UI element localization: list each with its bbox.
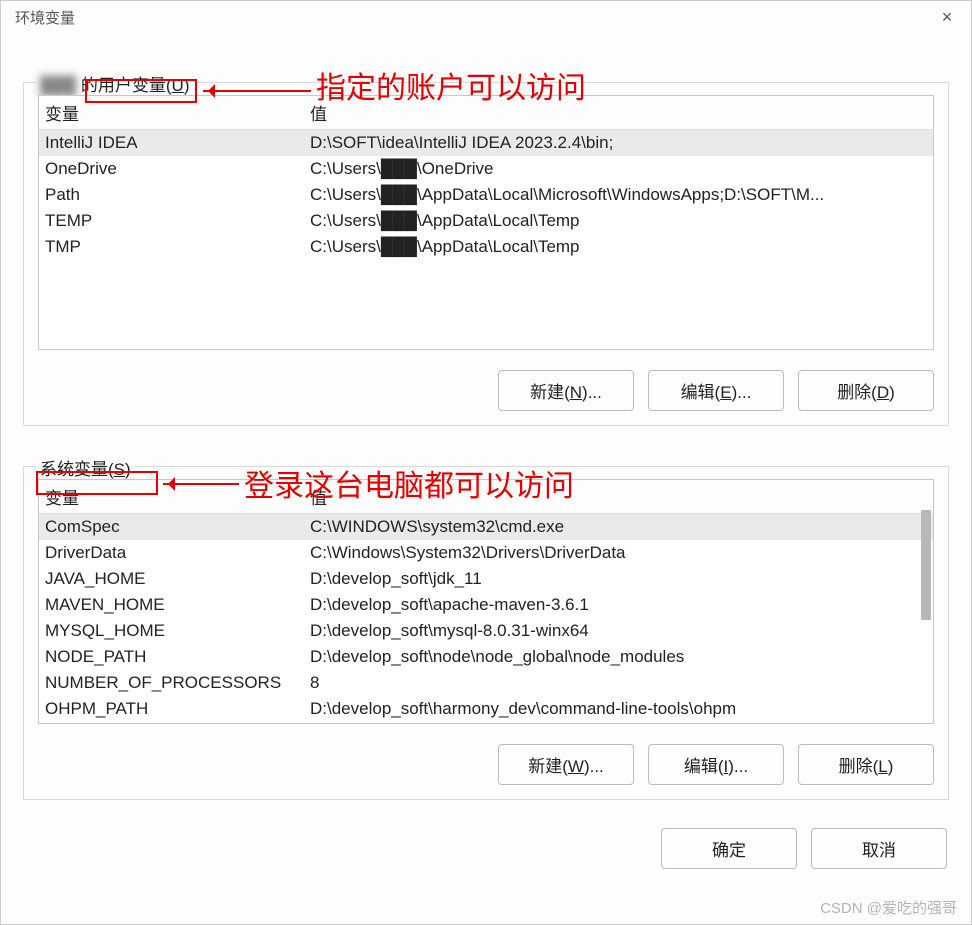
close-icon[interactable]: ×: [933, 7, 961, 28]
val-cell: C:\Users\███\AppData\Local\Temp: [304, 208, 933, 234]
table-row[interactable]: IntelliJ IDEAD:\SOFT\idea\IntelliJ IDEA …: [39, 130, 933, 157]
system-vars-label: 系统变量(S): [36, 455, 135, 480]
val-cell: 8: [304, 670, 933, 696]
var-cell: DriverData: [39, 540, 304, 566]
sys-delete-button[interactable]: 删除(L): [798, 744, 934, 785]
val-cell: C:\WINDOWS\system32\cmd.exe: [304, 514, 933, 541]
sys-edit-button[interactable]: 编辑(I)...: [648, 744, 784, 785]
table-row[interactable]: TMPC:\Users\███\AppData\Local\Temp: [39, 234, 933, 260]
table-row[interactable]: OneDriveC:\Users\███\OneDrive: [39, 156, 933, 182]
val-cell: C:\Users\███\AppData\Local\Temp: [304, 234, 933, 260]
val-cell: C:\Windows\System32\Drivers\DriverData: [304, 540, 933, 566]
var-cell: OneDrive: [39, 156, 304, 182]
var-cell: ComSpec: [39, 514, 304, 541]
val-cell: D:\develop_soft\harmony_dev\command-line…: [304, 696, 933, 722]
ok-button[interactable]: 确定: [661, 828, 797, 869]
var-cell: IntelliJ IDEA: [39, 130, 304, 157]
user-new-button[interactable]: 新建(N)...: [498, 370, 634, 411]
var-cell: JAVA_HOME: [39, 566, 304, 592]
table-row[interactable]: MAVEN_HOMED:\develop_soft\apache-maven-3…: [39, 592, 933, 618]
var-cell: Path: [39, 182, 304, 208]
titlebar: 环境变量 ×: [1, 1, 971, 32]
system-vars-group: 系统变量(S) 变量 值 ComSpecC:\WINDOWS\system32\…: [23, 466, 949, 800]
var-cell: TMP: [39, 234, 304, 260]
user-vars-buttons: 新建(N)... 编辑(E)... 删除(D): [38, 370, 934, 411]
val-cell: D:\develop_soft\jdk_11: [304, 566, 933, 592]
system-vars-buttons: 新建(W)... 编辑(I)... 删除(L): [38, 744, 934, 785]
user-vars-table-wrap: 变量 值 IntelliJ IDEAD:\SOFT\idea\IntelliJ …: [38, 95, 934, 350]
user-edit-button[interactable]: 编辑(E)...: [648, 370, 784, 411]
sys-col-var[interactable]: 变量: [39, 480, 304, 514]
var-cell: MYSQL_HOME: [39, 618, 304, 644]
val-cell: C:\Users\███\AppData\Local\Microsoft\Win…: [304, 182, 933, 208]
system-vars-hotkey: S: [114, 460, 125, 479]
table-row[interactable]: DriverDataC:\Windows\System32\Drivers\Dr…: [39, 540, 933, 566]
sys-new-button[interactable]: 新建(W)...: [498, 744, 634, 785]
content-area: ███ 的用户变量(U) 变量 值 IntelliJ IDEAD:\SOFT\i…: [1, 32, 971, 883]
var-cell: MAVEN_HOME: [39, 592, 304, 618]
table-row[interactable]: MYSQL_HOMED:\develop_soft\mysql-8.0.31-w…: [39, 618, 933, 644]
var-cell: OHPM_PATH: [39, 696, 304, 722]
user-vars-label: ███ 的用户变量(U): [36, 71, 194, 96]
user-col-val[interactable]: 值: [304, 96, 933, 130]
user-vars-label-text: 的用户变量(: [81, 76, 172, 95]
system-vars-table[interactable]: 变量 值 ComSpecC:\WINDOWS\system32\cmd.exeD…: [39, 480, 933, 722]
var-cell: NUMBER_OF_PROCESSORS: [39, 670, 304, 696]
sys-col-val[interactable]: 值: [304, 480, 933, 514]
scrollbar-thumb[interactable]: [921, 510, 931, 620]
cancel-button[interactable]: 取消: [811, 828, 947, 869]
val-cell: D:\develop_soft\mysql-8.0.31-winx64: [304, 618, 933, 644]
user-col-var[interactable]: 变量: [39, 96, 304, 130]
blurred-username: ███: [40, 76, 76, 96]
watermark: CSDN @爱吃的强哥: [820, 897, 957, 918]
dialog-buttons: 确定 取消: [23, 828, 949, 869]
val-cell: C:\Users\███\OneDrive: [304, 156, 933, 182]
table-row[interactable]: NUMBER_OF_PROCESSORS8: [39, 670, 933, 696]
table-row[interactable]: TEMPC:\Users\███\AppData\Local\Temp: [39, 208, 933, 234]
val-cell: D:\develop_soft\apache-maven-3.6.1: [304, 592, 933, 618]
user-vars-hotkey: U: [172, 76, 184, 95]
table-row[interactable]: OHPM_PATHD:\develop_soft\harmony_dev\com…: [39, 696, 933, 722]
window-title: 环境变量: [15, 7, 75, 28]
user-vars-table[interactable]: 变量 值 IntelliJ IDEAD:\SOFT\idea\IntelliJ …: [39, 96, 933, 260]
user-vars-group: ███ 的用户变量(U) 变量 值 IntelliJ IDEAD:\SOFT\i…: [23, 82, 949, 426]
var-cell: TEMP: [39, 208, 304, 234]
var-cell: NODE_PATH: [39, 644, 304, 670]
table-row[interactable]: ComSpecC:\WINDOWS\system32\cmd.exe: [39, 514, 933, 541]
table-row[interactable]: JAVA_HOMED:\develop_soft\jdk_11: [39, 566, 933, 592]
table-row[interactable]: NODE_PATHD:\develop_soft\node\node_globa…: [39, 644, 933, 670]
user-delete-button[interactable]: 删除(D): [798, 370, 934, 411]
env-vars-dialog: 环境变量 × ███ 的用户变量(U) 变量 值 IntelliJ IDEAD:…: [0, 0, 972, 925]
val-cell: D:\develop_soft\node\node_global\node_mo…: [304, 644, 933, 670]
table-row[interactable]: PathC:\Users\███\AppData\Local\Microsoft…: [39, 182, 933, 208]
system-vars-table-wrap: 变量 值 ComSpecC:\WINDOWS\system32\cmd.exeD…: [38, 479, 934, 724]
val-cell: D:\SOFT\idea\IntelliJ IDEA 2023.2.4\bin;: [304, 130, 933, 157]
